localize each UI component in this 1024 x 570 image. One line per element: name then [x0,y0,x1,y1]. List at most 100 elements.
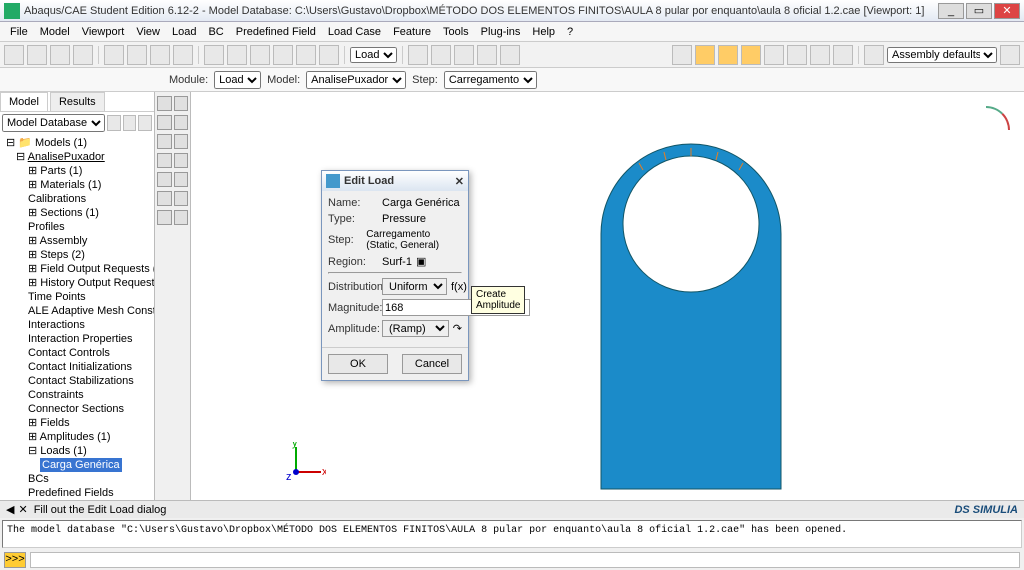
tool-new[interactable] [4,45,24,65]
tree-ale[interactable]: ALE Adaptive Mesh Constraints [4,304,150,318]
tree-time-points[interactable]: Time Points [4,290,150,304]
maximize-button[interactable]: ▭ [966,3,992,19]
tb-3[interactable] [157,115,172,130]
amp-select[interactable]: (Ramp) [382,320,449,337]
tree-contact-init[interactable]: Contact Initializations [4,360,150,374]
cancel-button[interactable]: Cancel [402,354,462,374]
tb-5[interactable] [157,134,172,149]
tb-12[interactable] [174,191,189,206]
tb-14[interactable] [174,210,189,225]
model-select[interactable]: AnalisePuxador [306,71,406,89]
tool-18[interactable] [477,45,497,65]
tool-8[interactable] [173,45,193,65]
ok-button[interactable]: OK [328,354,388,374]
tree-predef[interactable]: Predefined Fields [4,486,150,500]
tool-7[interactable] [150,45,170,65]
dialog-titlebar[interactable]: Edit Load ✕ [322,171,468,191]
tool-6[interactable] [127,45,147,65]
view-orientation-icon[interactable] [986,106,1010,130]
menu-plugins[interactable]: Plug-ins [475,24,527,40]
menu-viewport[interactable]: Viewport [76,24,131,40]
tool-5[interactable] [104,45,124,65]
tool-open[interactable] [27,45,47,65]
tool-r9[interactable] [864,45,884,65]
tree-field-out[interactable]: ⊞ Field Output Requests (1) [4,262,150,276]
menu-feature[interactable]: Feature [387,24,437,40]
tb-13[interactable] [157,210,172,225]
tool-19[interactable] [500,45,520,65]
menu-help[interactable]: Help [526,24,561,40]
tb-9[interactable] [157,172,172,187]
cli-input[interactable] [30,552,1020,568]
dialog-close-icon[interactable]: ✕ [455,175,464,188]
tree-calibrations[interactable]: Calibrations [4,192,150,206]
tool-r2[interactable] [695,45,715,65]
close-button[interactable]: ✕ [994,3,1020,19]
tb-8[interactable] [174,153,189,168]
tool-r1[interactable] [672,45,692,65]
tool-zoom[interactable] [250,45,270,65]
tool-r7[interactable] [810,45,830,65]
prompt-cancel-icon[interactable]: ✕ [18,503,27,516]
region-pick-icon[interactable]: ▣ [416,255,426,268]
minimize-button[interactable]: _ [938,3,964,19]
tb-4[interactable] [174,115,189,130]
tool-16[interactable] [431,45,451,65]
menu-predefined-field[interactable]: Predefined Field [230,24,322,40]
menu-whatsthis[interactable]: ? [561,24,579,40]
menu-load[interactable]: Load [166,24,202,40]
tree-steps[interactable]: ⊞ Steps (2) [4,248,150,262]
module-select[interactable]: Load [214,71,261,89]
tb-6[interactable] [174,134,189,149]
tool-r4[interactable] [741,45,761,65]
tree-contact-stab[interactable]: Contact Stabilizations [4,374,150,388]
menu-model[interactable]: Model [34,24,76,40]
fx-button[interactable]: f(x) [451,281,467,293]
tree-parts[interactable]: ⊞ Parts (1) [4,164,150,178]
tool-r8[interactable] [833,45,853,65]
tb-7[interactable] [157,153,172,168]
dist-select[interactable]: Uniform [382,278,447,295]
render-select[interactable]: Assembly defaults [887,47,997,63]
tree-bcs[interactable]: BCs [4,472,150,486]
tool-r6[interactable] [787,45,807,65]
tb-1[interactable] [157,96,172,111]
tree-opts-icon[interactable] [138,115,152,131]
tool-14[interactable] [319,45,339,65]
tb-10[interactable] [174,172,189,187]
tree-materials[interactable]: ⊞ Materials (1) [4,178,150,192]
tool-fit[interactable] [296,45,316,65]
tool-pan[interactable] [204,45,224,65]
tree-models[interactable]: ⊟ 📁 Models (1) [4,136,150,150]
tab-model[interactable]: Model [0,92,48,111]
tree-filter-icon[interactable] [123,115,137,131]
tool-17[interactable] [454,45,474,65]
view-select[interactable]: Load [350,47,397,63]
menu-load-case[interactable]: Load Case [322,24,387,40]
model-tree[interactable]: ⊟ 📁 Models (1) ⊟ AnalisePuxador ⊞ Parts … [0,134,154,500]
tree-sections[interactable]: ⊞ Sections (1) [4,206,150,220]
tree-analise[interactable]: ⊟ AnalisePuxador [4,150,150,164]
tb-2[interactable] [174,96,189,111]
menu-file[interactable]: File [4,24,34,40]
menu-bc[interactable]: BC [202,24,229,40]
tool-print[interactable] [73,45,93,65]
tree-fields[interactable]: ⊞ Fields [4,416,150,430]
tree-assembly[interactable]: ⊞ Assembly [4,234,150,248]
tree-hist-out[interactable]: ⊞ History Output Requests (1) [4,276,150,290]
message-area[interactable]: The model database "C:\Users\Gustavo\Dro… [2,520,1022,548]
tool-r3[interactable] [718,45,738,65]
tree-refresh-icon[interactable] [107,115,121,131]
tree-interactions[interactable]: Interactions [4,318,150,332]
tree-scope-select[interactable]: Model Database [2,114,105,132]
tree-int-props[interactable]: Interaction Properties [4,332,150,346]
tool-15[interactable] [408,45,428,65]
tree-amplitudes[interactable]: ⊞ Amplitudes (1) [4,430,150,444]
tree-carga[interactable]: Carga Genérica [4,458,150,472]
tree-contact-ctrl[interactable]: Contact Controls [4,346,150,360]
tree-profiles[interactable]: Profiles [4,220,150,234]
tool-r10[interactable] [1000,45,1020,65]
prompt-back-icon[interactable]: ◀ [6,503,14,516]
viewport[interactable]: x y z Edit Load ✕ Name:Carga Genérica Ty… [191,92,1024,500]
tab-results[interactable]: Results [50,92,105,111]
